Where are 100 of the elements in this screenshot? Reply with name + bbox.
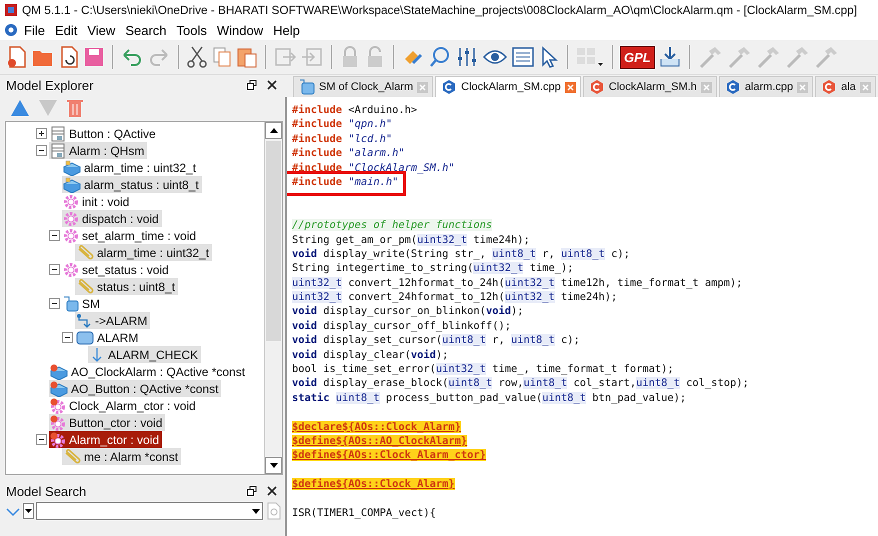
paperclip-icon (63, 448, 81, 464)
undock-icon[interactable] (247, 80, 257, 90)
collapse-icon[interactable] (49, 230, 60, 241)
search-field[interactable] (36, 502, 263, 520)
gear-icon (50, 398, 66, 414)
editor-tab[interactable]: ClockAlarm_SM.h (582, 76, 717, 97)
editor-tab[interactable]: alarm.cpp (718, 76, 814, 97)
scrollbar-thumb[interactable] (266, 141, 281, 341)
gear-icon (63, 194, 79, 210)
code-line: #include "alarm.h" (292, 146, 405, 161)
menu-item[interactable]: View (83, 22, 120, 38)
code-line: #include <Arduino.h> (292, 103, 418, 118)
tree-item[interactable]: ALARM_CHECK (88, 346, 202, 363)
tree-item[interactable]: Button_ctor : void (49, 414, 166, 431)
tree-item[interactable]: dispatch : void (62, 210, 162, 227)
dropdown-button[interactable] (23, 503, 34, 519)
copy-icon[interactable] (211, 45, 233, 69)
paperclip-icon (76, 278, 94, 294)
collapse-icon[interactable] (62, 332, 73, 343)
collapse-icon[interactable] (49, 298, 60, 309)
tree-item[interactable]: ->ALARM (75, 312, 150, 329)
tree-item[interactable]: set_alarm_time : void (62, 227, 200, 244)
close-icon[interactable] (267, 80, 277, 90)
tree-item[interactable]: status : uint8_t (75, 278, 178, 295)
new-file-icon[interactable] (6, 45, 28, 69)
move-up-icon[interactable] (10, 99, 30, 117)
tree-item[interactable]: Clock_Alarm_ctor : void (49, 397, 199, 414)
code-line: void display_clear(void); (292, 348, 448, 362)
trash-icon[interactable] (66, 98, 84, 118)
tree-item[interactable]: init : void (62, 193, 132, 210)
gear-icon (63, 228, 79, 244)
code-line: uint32_t convert_24hformat_to_12h(uint32_t time24h); (292, 290, 618, 304)
editor-tab[interactable]: ala (815, 76, 876, 97)
tree-item[interactable]: set_status : void (62, 261, 172, 278)
code-line: #include "qpn.h" (292, 117, 392, 132)
collapse-icon[interactable] (49, 264, 60, 275)
panel-title: Model Explorer (6, 78, 94, 92)
editor-tab[interactable]: SM of Clock_Alarm (293, 76, 434, 97)
gear-icon (50, 414, 66, 430)
tree-item[interactable]: SM (62, 295, 103, 312)
menu-item[interactable]: Edit (50, 22, 82, 38)
editor-tab[interactable]: ClockAlarm_SM.cpp (435, 76, 581, 97)
code-line: #include "lcd.h" (292, 132, 392, 146)
undock-icon[interactable] (247, 486, 257, 496)
tree-item[interactable]: me : Alarm *const (62, 448, 182, 465)
menu-item[interactable]: File (20, 22, 49, 38)
collapse-icon[interactable] (36, 145, 47, 156)
scroll-down-button[interactable] (265, 457, 282, 474)
tree-item[interactable]: AO_Button : QActive *const (49, 380, 222, 397)
tree-item[interactable]: alarm_time : uint32_t (75, 244, 212, 261)
find-icon[interactable] (265, 501, 283, 521)
expand-icon[interactable] (36, 128, 47, 139)
class-icon (50, 142, 66, 158)
scissors-icon[interactable] (186, 45, 208, 69)
menu-item[interactable]: Help (269, 22, 304, 38)
gear-icon (63, 210, 79, 226)
tree-item[interactable]: Alarm_ctor : void (49, 431, 162, 448)
code-line: #include "main.h" (292, 174, 398, 190)
source-file-icon (724, 79, 741, 95)
sliders-icon[interactable] (455, 45, 479, 69)
close-icon[interactable] (267, 486, 277, 496)
scroll-up-button[interactable] (265, 122, 282, 139)
tree-item[interactable]: AO_ClockAlarm : QActive *const (49, 363, 248, 380)
gear-icon (63, 262, 79, 278)
tree-item[interactable]: Alarm : QHsm (49, 142, 148, 159)
document-list-icon[interactable] (511, 45, 535, 69)
tree-item[interactable]: alarm_time : uint32_t (62, 159, 200, 176)
header-file-icon (588, 79, 605, 95)
menu-item[interactable]: Tools (172, 22, 211, 38)
window-title: QM 5.1.1 - C:\Users\nieki\OneDrive - BHARATI SOFTWARE\Workspace\StateMachine_projects\008ClockAlarm_AO\qm\ClockAlarm.qm - [ClockAlarm_SM.cpp] (22, 3, 857, 17)
tree-item[interactable]: Button : QActive (49, 125, 159, 142)
search-icon[interactable] (428, 45, 452, 69)
caret-down-icon (252, 508, 260, 514)
code-line: void display_erase_block(uint8_t row,uint8_t col_start,uint8_t col_stop); (292, 376, 749, 391)
attribute-icon (50, 364, 68, 380)
paperclip-icon (76, 244, 94, 260)
code-line: void display_cursor_off_blinkoff(); (292, 318, 511, 334)
code-line: ISR(TIMER1_COMPA_vect){ (292, 506, 436, 520)
code-line: void display_set_cursor(uint8_t r, uint8_t c); (292, 333, 580, 348)
download-icon[interactable] (658, 45, 682, 69)
app-menu-icon[interactable] (4, 23, 18, 37)
state-icon (76, 330, 94, 346)
tree-item[interactable]: alarm_status : uint8_t (62, 176, 202, 193)
collapse-icon[interactable] (36, 434, 47, 445)
caret-down-icon (270, 463, 278, 468)
license-badge-button[interactable]: GPL (620, 46, 655, 68)
attribute-icon (63, 176, 81, 192)
tree-item[interactable]: ALARM (75, 329, 142, 346)
menu-item[interactable]: Window (212, 22, 268, 38)
code-line: static uint8_t process_button_pad_value(uint8_t btn_pad_value); (292, 390, 686, 406)
diagram-icon (299, 79, 315, 95)
code-editor[interactable] (285, 97, 878, 536)
caret-up-icon (270, 128, 278, 133)
header-file-icon (821, 79, 838, 95)
class-icon (50, 126, 66, 142)
code-line: String integertime_to_string(uint32_t time_); (292, 261, 574, 276)
initial-transition-icon (76, 312, 92, 328)
code-line: String get_am_or_pm(uint32_t time24h); (292, 232, 530, 247)
code-line: uint32_t convert_12hformat_to_24h(uint32_t time12h, time_format_t ampm); (292, 276, 742, 290)
menu-item[interactable]: Search (121, 22, 171, 38)
